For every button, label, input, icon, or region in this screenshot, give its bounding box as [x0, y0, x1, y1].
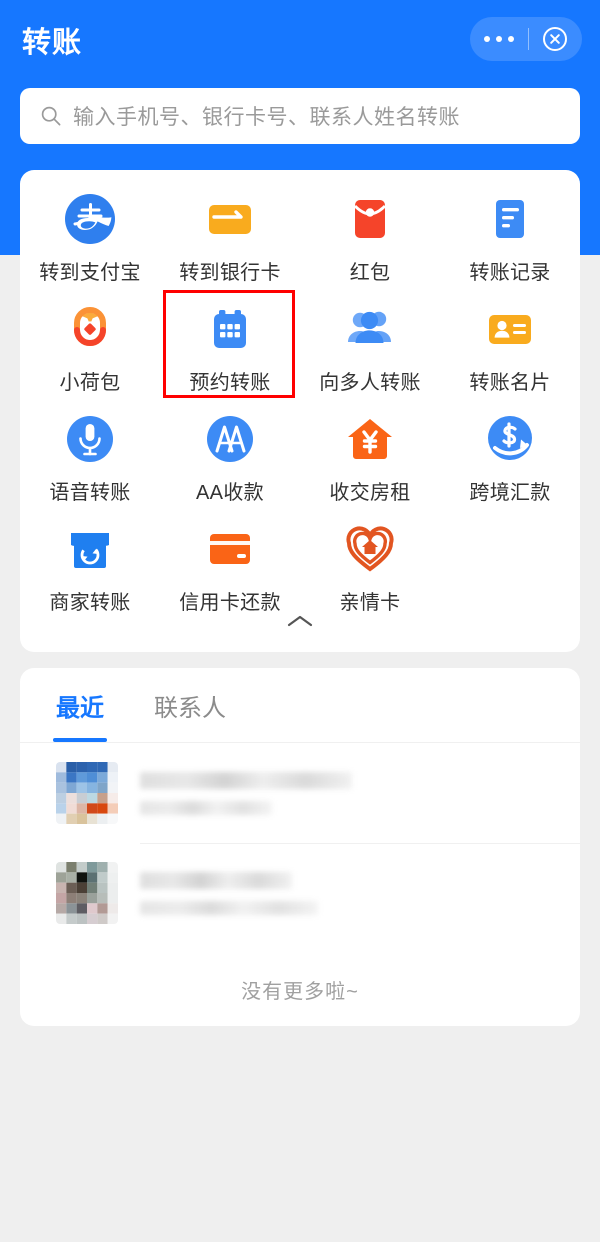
- multi-people-icon: [343, 302, 397, 356]
- avatar: [56, 762, 118, 824]
- no-more-label: 没有更多啦~: [241, 980, 359, 1003]
- grid-item-label: 转到银行卡: [179, 262, 281, 284]
- search-placeholder: 输入手机号、银行卡号、联系人姓名转账: [73, 106, 460, 129]
- contact-rows: [20, 743, 580, 943]
- grid-item-label: 收交房租: [329, 482, 411, 504]
- list-item-text: [140, 871, 318, 915]
- tab-recent[interactable]: 最近: [56, 668, 104, 742]
- id-card-icon: [483, 302, 537, 356]
- transfer-page: 转账 输入手机号、银行卡号、联系人姓名转账 转到支付宝 转到银行卡 红包 转账记…: [0, 0, 600, 1242]
- microphone-icon: [63, 412, 117, 466]
- grid-item-transfer-to-multiple[interactable]: 向多人转账: [300, 292, 440, 402]
- small-purse-icon: [63, 302, 117, 356]
- credit-card-icon: [203, 522, 257, 576]
- grid-item-label: 红包: [349, 262, 391, 284]
- collapse-grid-button[interactable]: [20, 606, 580, 636]
- contacts-tabs: 最近 联系人: [20, 668, 580, 743]
- grid-item-voice-transfer[interactable]: 语音转账: [20, 402, 160, 512]
- grid-item-rent-payment[interactable]: 收交房租: [300, 402, 440, 512]
- dollar-arrow-icon: [483, 412, 537, 466]
- grid-item-small-purse[interactable]: 小荷包: [20, 292, 160, 402]
- close-circle-icon[interactable]: [542, 26, 568, 52]
- tab-contacts[interactable]: 联系人: [154, 668, 226, 742]
- capsule-divider: [527, 28, 529, 50]
- window-capsule-controls[interactable]: [470, 17, 582, 61]
- grid-item-label: 预约转账: [189, 372, 271, 394]
- grid-item-label: 转到支付宝: [39, 262, 141, 284]
- grid-item-label: 向多人转账: [319, 372, 421, 394]
- more-dot: [484, 36, 490, 42]
- list-item[interactable]: [20, 843, 580, 943]
- grid-item-label: 转账名片: [469, 372, 551, 394]
- list-item-subtitle-redacted: [140, 800, 272, 815]
- heart-house-icon: [343, 522, 397, 576]
- grid-item-scheduled-transfer[interactable]: 预约转账: [160, 290, 300, 402]
- avatar: [56, 862, 118, 924]
- tab-label: 联系人: [154, 694, 226, 722]
- calendar-icon: [203, 302, 257, 356]
- list-item-text: [140, 771, 352, 815]
- search-icon: [41, 106, 61, 126]
- quick-actions-card: 转到支付宝 转到银行卡 红包 转账记录 小荷包 预约转账 向多人转账 转账名片 …: [20, 170, 580, 652]
- page-title: 转账: [22, 27, 83, 59]
- more-dots-icon[interactable]: [484, 36, 514, 42]
- search-input[interactable]: 输入手机号、银行卡号、联系人姓名转账: [20, 88, 580, 144]
- grid-item-transfer-to-bank-card[interactable]: 转到银行卡: [160, 182, 300, 292]
- alipay-logo-icon: [63, 192, 117, 246]
- aa-circle-icon: [203, 412, 257, 466]
- list-item[interactable]: [20, 743, 580, 843]
- more-dot: [496, 36, 502, 42]
- grid-item-cross-border-remittance[interactable]: 跨境汇款: [440, 402, 580, 512]
- grid-item-transfer-to-alipay[interactable]: 转到支付宝: [20, 182, 160, 292]
- house-yuan-icon: [343, 412, 397, 466]
- grid-item-label: 语音转账: [49, 482, 131, 504]
- grid-item-aa-collect[interactable]: AA收款: [160, 402, 300, 512]
- more-dot: [508, 36, 514, 42]
- grid-item-label: 转账记录: [469, 262, 551, 284]
- red-envelope-icon: [343, 192, 397, 246]
- tab-label: 最近: [56, 694, 104, 722]
- grid-item-label: AA收款: [196, 482, 264, 504]
- chevron-up-icon: [287, 615, 313, 627]
- grid-item-label: 跨境汇款: [469, 482, 551, 504]
- bank-card-arrow-icon: [203, 192, 257, 246]
- list-item-name-redacted: [140, 871, 292, 889]
- document-list-icon: [483, 192, 537, 246]
- grid-item-transfer-card[interactable]: 转账名片: [440, 292, 580, 402]
- shop-refresh-icon: [63, 522, 117, 576]
- grid-item-label: 小荷包: [59, 372, 121, 394]
- grid-item-red-packet[interactable]: 红包: [300, 182, 440, 292]
- list-item-name-redacted: [140, 771, 352, 789]
- grid-item-transfer-records[interactable]: 转账记录: [440, 182, 580, 292]
- quick-actions-grid: 转到支付宝 转到银行卡 红包 转账记录 小荷包 预约转账 向多人转账 转账名片 …: [20, 182, 580, 622]
- list-item-subtitle-redacted: [140, 900, 318, 915]
- contacts-card: 最近 联系人 没有更多啦~: [20, 668, 580, 1026]
